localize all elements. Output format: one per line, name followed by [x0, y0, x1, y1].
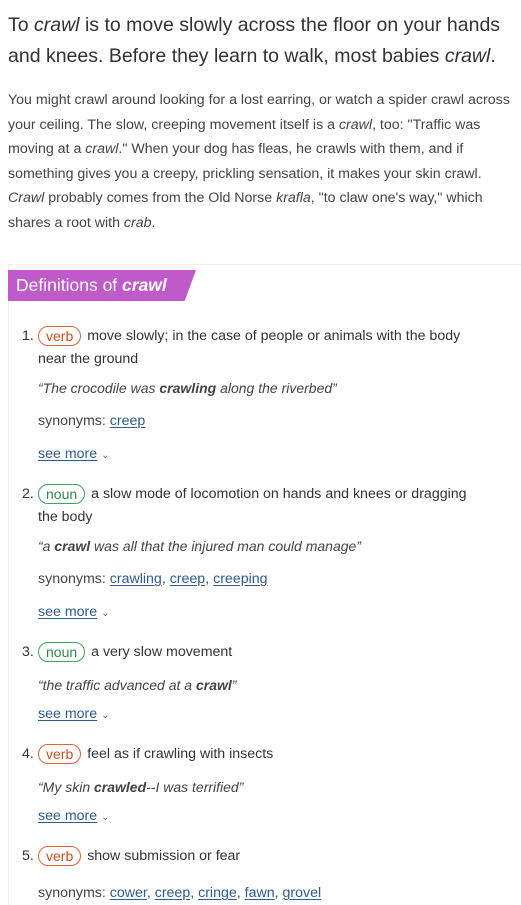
- synonym-link-creep[interactable]: creep: [155, 885, 191, 901]
- see-more-link[interactable]: see more ⌄: [38, 808, 110, 824]
- headword-ref: crawl: [444, 45, 491, 67]
- word-page: To crawl is to move slowly across the fl…: [0, 0, 521, 905]
- sense-number: 5.: [22, 848, 34, 864]
- usage-example: “the traffic advanced at a crawl”: [38, 677, 237, 693]
- synonyms-line: synonyms: cower, creep, cringe, fawn, gr…: [38, 885, 322, 901]
- see-more-link[interactable]: see more ⌄: [38, 706, 110, 722]
- sense-number: 4.: [22, 746, 34, 762]
- sense-number: 2.: [22, 486, 34, 502]
- definition-text: move slowly; in the case of people or an…: [87, 328, 461, 344]
- usage-example: “My skin crawled--I was terrified”: [38, 779, 244, 795]
- pos-badge-verb[interactable]: verb: [38, 846, 82, 866]
- synonym-link-creep[interactable]: creep: [170, 571, 206, 587]
- synonym-link-cringe[interactable]: cringe: [198, 885, 237, 901]
- chevron-down-icon: ⌄: [101, 812, 110, 823]
- definition-text: a slow mode of locomotion on hands and k…: [91, 486, 467, 502]
- usage-example: “a crawl was all that the injured man co…: [38, 538, 361, 554]
- long-blurb: You might crawl around looking for a los…: [8, 92, 510, 231]
- see-more-link[interactable]: see more ⌄: [38, 604, 110, 620]
- definition-text-continued: the body: [38, 509, 93, 525]
- synonym-link-cower[interactable]: cower: [110, 885, 147, 901]
- synonym-link-fawn[interactable]: fawn: [245, 885, 275, 901]
- sense-number: 3.: [22, 644, 34, 660]
- synonym-link-creep[interactable]: creep: [110, 413, 146, 429]
- synonyms-line: synonyms: crawling, creep, creeping: [38, 571, 268, 587]
- pos-badge-noun[interactable]: noun: [38, 642, 86, 662]
- definition-text: feel as if crawling with insects: [87, 746, 274, 762]
- definitions-header: Definitions of crawl: [8, 270, 196, 301]
- chevron-down-icon: ⌄: [101, 608, 110, 619]
- synonym-link-creeping[interactable]: creeping: [213, 571, 267, 587]
- definition-text: show submission or fear: [87, 848, 241, 864]
- short-blurb: To crawl is to move slowly across the fl…: [8, 14, 501, 67]
- synonym-link-grovel[interactable]: grovel: [283, 885, 322, 901]
- chevron-down-icon: ⌄: [101, 710, 110, 721]
- synonym-link-crawling[interactable]: crawling: [110, 571, 162, 587]
- pos-badge-verb[interactable]: verb: [38, 744, 82, 764]
- see-more-link[interactable]: see more ⌄: [38, 446, 110, 462]
- usage-example: “The crocodile was crawling along the ri…: [38, 380, 337, 396]
- definition-text-continued: near the ground: [38, 351, 139, 367]
- sense-number: 1.: [22, 328, 34, 344]
- headword-ref: crawl: [34, 14, 80, 36]
- pos-badge-verb[interactable]: verb: [38, 326, 82, 346]
- definitions-header-word: crawl: [122, 275, 167, 295]
- chevron-down-icon: ⌄: [101, 450, 110, 461]
- definition-text: a very slow movement: [91, 644, 233, 660]
- synonyms-line: synonyms: creep: [38, 413, 146, 429]
- pos-badge-noun[interactable]: noun: [38, 484, 86, 504]
